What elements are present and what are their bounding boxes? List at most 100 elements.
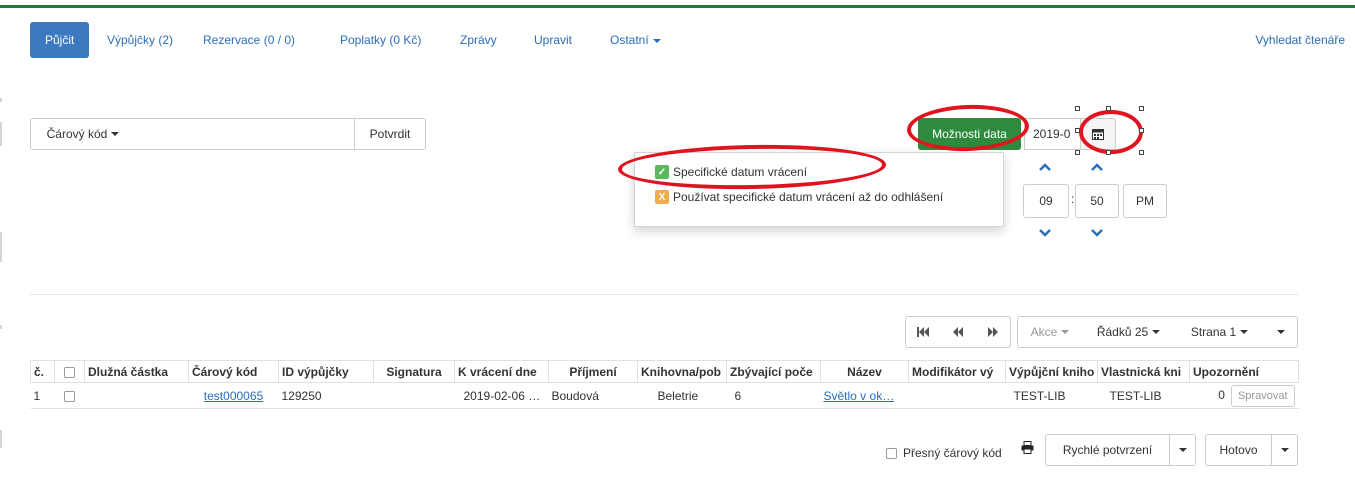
title-link[interactable]: Světlo v ok… — [824, 389, 895, 403]
actions-dropdown[interactable]: Akce — [1017, 316, 1083, 348]
selection-handle — [1075, 150, 1080, 155]
calendar-button[interactable] — [1080, 118, 1116, 150]
column-header-library[interactable]: Knihovna/pob — [637, 360, 727, 383]
column-header-modifier[interactable]: Modifikátor vý — [908, 360, 1006, 383]
barcode-type-dropdown[interactable]: Čárový kód — [30, 118, 136, 150]
column-header-due-date[interactable]: K vrácení dne — [454, 360, 549, 383]
cell-alerts: 0 Spravovat — [1189, 382, 1299, 409]
selection-handle — [1106, 150, 1111, 155]
next-page-button[interactable] — [975, 316, 1011, 348]
barcode-link[interactable]: test000065 — [204, 389, 263, 403]
column-header-barcode[interactable]: Čárový kód — [188, 360, 279, 383]
hour-up-button[interactable] — [1037, 160, 1053, 174]
rows-per-page-label: Řádků 25 — [1096, 325, 1149, 339]
actions-label: Akce — [1030, 325, 1058, 339]
tab-bills[interactable]: Poplatky (0 Kč) — [325, 22, 436, 58]
table-row[interactable]: 1 test000065 129250 2019-02-06 … Boudová… — [30, 382, 1299, 409]
column-header-circ-lib[interactable]: Výpůjční kniho — [1005, 360, 1098, 383]
due-date-input[interactable]: 2019-0 — [1024, 118, 1080, 150]
check-icon: ✓ — [655, 165, 669, 179]
tab-other[interactable]: Ostatní — [595, 22, 676, 58]
barcode-input-wrapper — [135, 118, 355, 150]
cell-circ-id: 129250 — [278, 382, 374, 409]
column-header-call-number[interactable]: Signatura — [373, 360, 455, 383]
alerts-count: 0 — [1218, 387, 1225, 402]
cell-barcode: test000065 — [188, 382, 279, 409]
column-header-owed[interactable]: Dlužná částka — [84, 360, 189, 383]
barcode-input[interactable] — [135, 119, 354, 149]
first-page-icon — [917, 327, 929, 337]
quick-receipt-button[interactable]: Rychlé potvrzení — [1045, 434, 1170, 466]
page-dropdown[interactable]: Strana 1 — [1175, 316, 1265, 348]
column-options-dropdown[interactable] — [1264, 316, 1298, 348]
exact-barcode-label: Přesný čárový kód — [903, 446, 1002, 460]
previous-page-button[interactable] — [940, 316, 976, 348]
cell-remaining: 6 — [726, 382, 821, 409]
tab-items-out[interactable]: Výpůjčky (2) — [92, 22, 188, 58]
barcode-type-label: Čárový kód — [46, 127, 108, 141]
column-header-title[interactable]: Název — [820, 360, 909, 383]
selection-handle — [1139, 106, 1144, 111]
ampm-toggle[interactable]: PM — [1123, 184, 1167, 218]
left-edge-mark — [0, 430, 2, 448]
left-edge-mark — [0, 325, 2, 329]
chevron-down-icon — [1152, 330, 1161, 334]
cell-call-number — [373, 382, 455, 409]
selection-handle — [1106, 106, 1111, 111]
quick-receipt-dropdown[interactable] — [1169, 434, 1196, 466]
date-options-menu: ✓ Specifické datum vrácení X Používat sp… — [634, 152, 1004, 227]
menu-item-label: Používat specifické datum vrácení až do … — [673, 190, 944, 204]
done-button[interactable]: Hotovo — [1205, 434, 1272, 466]
manage-button[interactable]: Spravovat — [1230, 384, 1295, 407]
left-edge-mark — [0, 122, 2, 146]
column-header-alerts[interactable]: Upozornění — [1189, 360, 1299, 383]
minute-up-button[interactable] — [1089, 160, 1105, 174]
submit-button[interactable]: Potvrdit — [354, 118, 426, 150]
next-page-icon — [987, 327, 998, 337]
section-divider — [30, 294, 1298, 295]
minute-input[interactable]: 50 — [1075, 184, 1119, 218]
date-options-button[interactable]: Možnosti data — [918, 118, 1021, 150]
selection-handle — [1139, 128, 1144, 133]
cell-owning-lib: TEST-LIB — [1097, 382, 1190, 409]
cell-circ-lib: TEST-LIB — [1005, 382, 1098, 409]
previous-page-icon — [952, 327, 963, 337]
column-header-surname[interactable]: Příjmení — [548, 360, 638, 383]
chevron-down-icon — [1091, 229, 1103, 237]
column-header-remaining[interactable]: Zbývající poče — [726, 360, 821, 383]
column-header-circ-id[interactable]: ID výpůjčky — [278, 360, 374, 383]
menu-item-label: Specifické datum vrácení — [673, 165, 808, 179]
done-dropdown[interactable] — [1271, 434, 1298, 466]
exact-barcode-checkbox[interactable] — [886, 448, 897, 459]
tab-checkout[interactable]: Půjčit — [30, 22, 90, 58]
x-icon: X — [655, 190, 669, 204]
hour-down-button[interactable] — [1037, 226, 1053, 240]
menu-item-sticky-due-date[interactable]: X Používat specifické datum vrácení až d… — [655, 187, 943, 207]
cell-number: 1 — [30, 382, 55, 409]
search-patron-link[interactable]: Vyhledat čtenáře — [1255, 22, 1345, 58]
selection-handle — [1075, 106, 1080, 111]
column-header-number[interactable]: č. — [30, 360, 55, 383]
select-all-checkbox[interactable] — [64, 366, 75, 378]
tab-holds[interactable]: Rezervace (0 / 0) — [188, 22, 310, 58]
first-page-button[interactable] — [905, 316, 941, 348]
column-header-select[interactable] — [54, 360, 85, 383]
left-edge-mark — [0, 98, 2, 102]
cell-library: Beletrie — [637, 382, 727, 409]
tab-edit[interactable]: Upravit — [519, 22, 587, 58]
tab-other-label: Ostatní — [610, 33, 649, 47]
hour-input[interactable]: 09 — [1023, 184, 1069, 218]
time-separator: : — [1071, 192, 1075, 206]
cell-select — [54, 382, 85, 409]
menu-item-specific-due-date[interactable]: ✓ Specifické datum vrácení — [655, 162, 807, 182]
minute-down-button[interactable] — [1089, 226, 1105, 240]
chevron-down-icon — [1276, 330, 1285, 334]
cell-due-date: 2019-02-06 … — [454, 382, 549, 409]
column-header-owning-lib[interactable]: Vlastnická kni — [1097, 360, 1190, 383]
chevron-down-icon — [652, 38, 661, 43]
tab-messages[interactable]: Zprávy — [445, 22, 512, 58]
chevron-down-icon — [1240, 330, 1249, 334]
row-checkbox[interactable] — [64, 390, 75, 402]
rows-per-page-dropdown[interactable]: Řádků 25 — [1082, 316, 1176, 348]
chevron-up-icon — [1091, 163, 1103, 171]
